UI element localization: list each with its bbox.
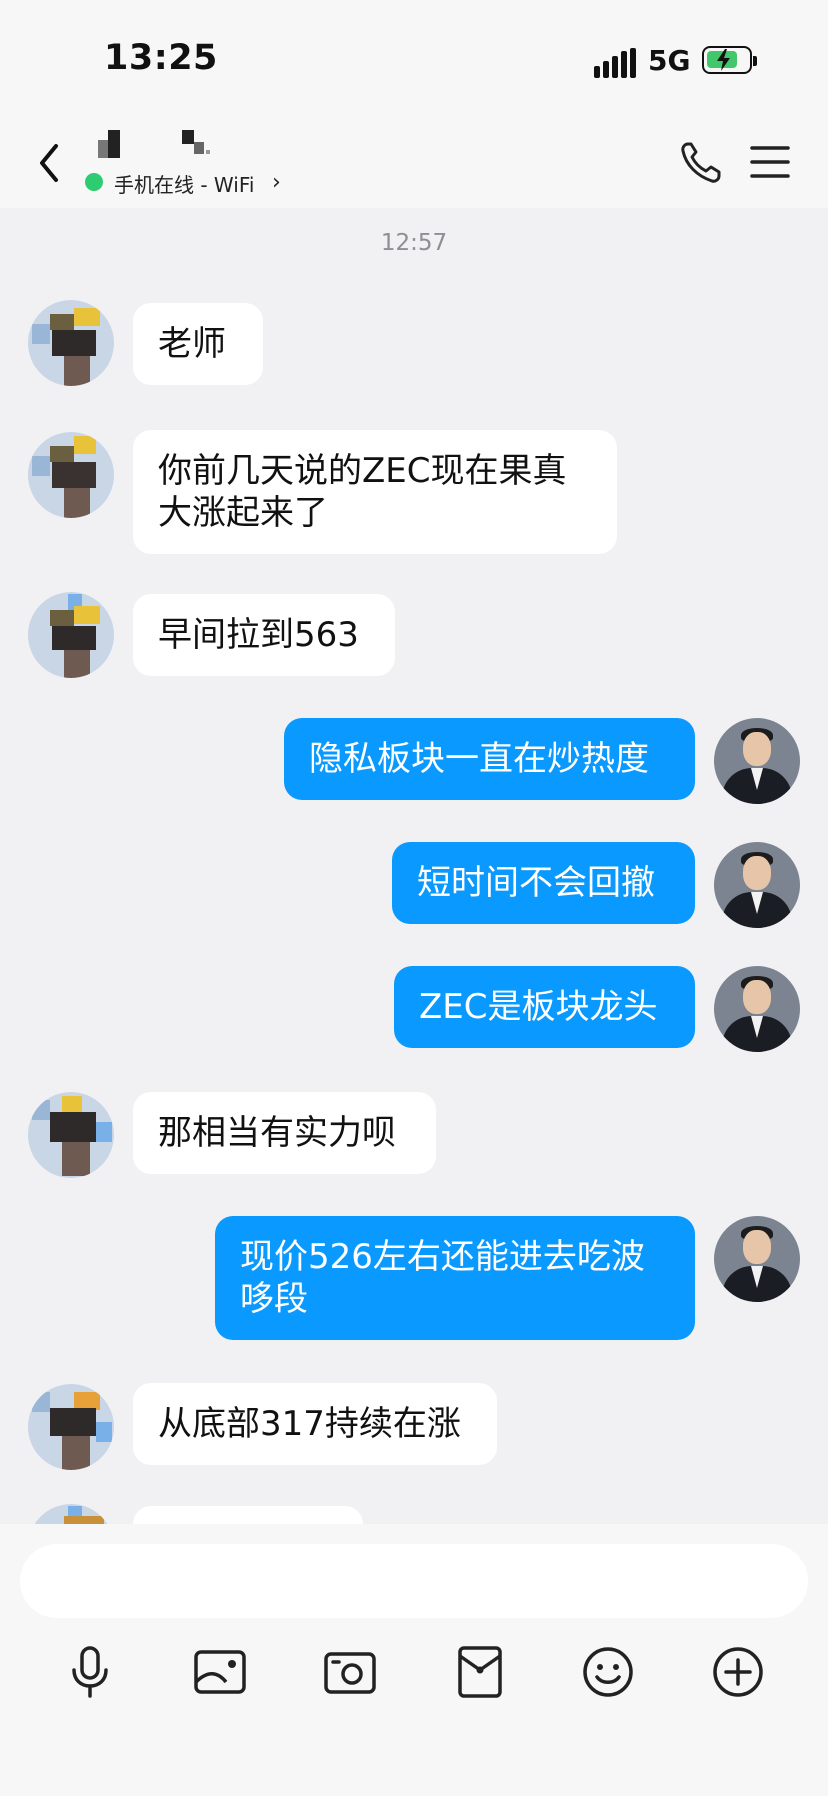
message-bubble-received[interactable]: 早间拉到563 [133,594,395,676]
message-bubble-received[interactable]: 从底部317持续在涨 [133,1383,497,1465]
message-bubble-sent[interactable]: ZEC是板块龙头 [394,966,695,1048]
mic-icon[interactable] [60,1642,120,1702]
user-avatar[interactable] [714,966,800,1052]
clock: 13:25 [104,38,218,78]
user-avatar[interactable] [714,1216,800,1302]
message-timestamp: 12:57 [380,230,448,256]
image-icon[interactable] [190,1642,250,1702]
message-bubble-received[interactable]: 老师 [133,303,263,385]
back-button[interactable] [30,138,70,188]
contact-avatar[interactable] [28,300,114,386]
contact-avatar[interactable] [28,592,114,678]
chat-message-list[interactable]: 12:57 老师 你前几天说的ZEC现在果真 大涨起来了 早间拉到563 隐私板… [0,208,828,1524]
message-bubble-sent[interactable]: 现价526左右还能进去吃波 哆段 [215,1216,695,1340]
message-bubble-received[interactable]: 那相当有实力呗 [133,1092,436,1174]
message-bubble-received[interactable]: 你前几天说的ZEC现在果真 大涨起来了 [133,430,617,554]
user-avatar[interactable] [714,718,800,804]
plus-icon[interactable] [708,1642,768,1702]
battery-icon [702,46,757,74]
message-bubble-sent[interactable]: 隐私板块一直在炒热度 [284,718,695,800]
camera-icon[interactable] [320,1642,380,1702]
phone-call-button[interactable] [676,138,726,188]
user-avatar[interactable] [714,842,800,928]
contact-avatar[interactable] [28,1384,114,1470]
message-bubble-received[interactable] [133,1506,363,1524]
contact-name-pixelated[interactable] [90,126,230,162]
message-input[interactable] [20,1544,808,1618]
menu-button[interactable] [748,142,792,182]
status-bar: 13:25 5G [0,0,828,120]
red-envelope-icon[interactable] [450,1642,510,1702]
contact-avatar[interactable] [28,1092,114,1178]
chat-header: 手机在线 - WiFi › [0,120,828,208]
chevron-right-icon[interactable]: › [272,170,281,195]
contact-avatar[interactable] [28,432,114,518]
message-bubble-sent[interactable]: 短时间不会回撤 [392,842,695,924]
online-status-text[interactable]: 手机在线 - WiFi [114,169,254,198]
input-area [0,1524,828,1796]
emoji-icon[interactable] [578,1642,638,1702]
signal-icon [594,48,636,78]
online-status-dot [85,173,103,191]
network-type: 5G [648,44,691,77]
contact-avatar[interactable] [28,1504,114,1524]
